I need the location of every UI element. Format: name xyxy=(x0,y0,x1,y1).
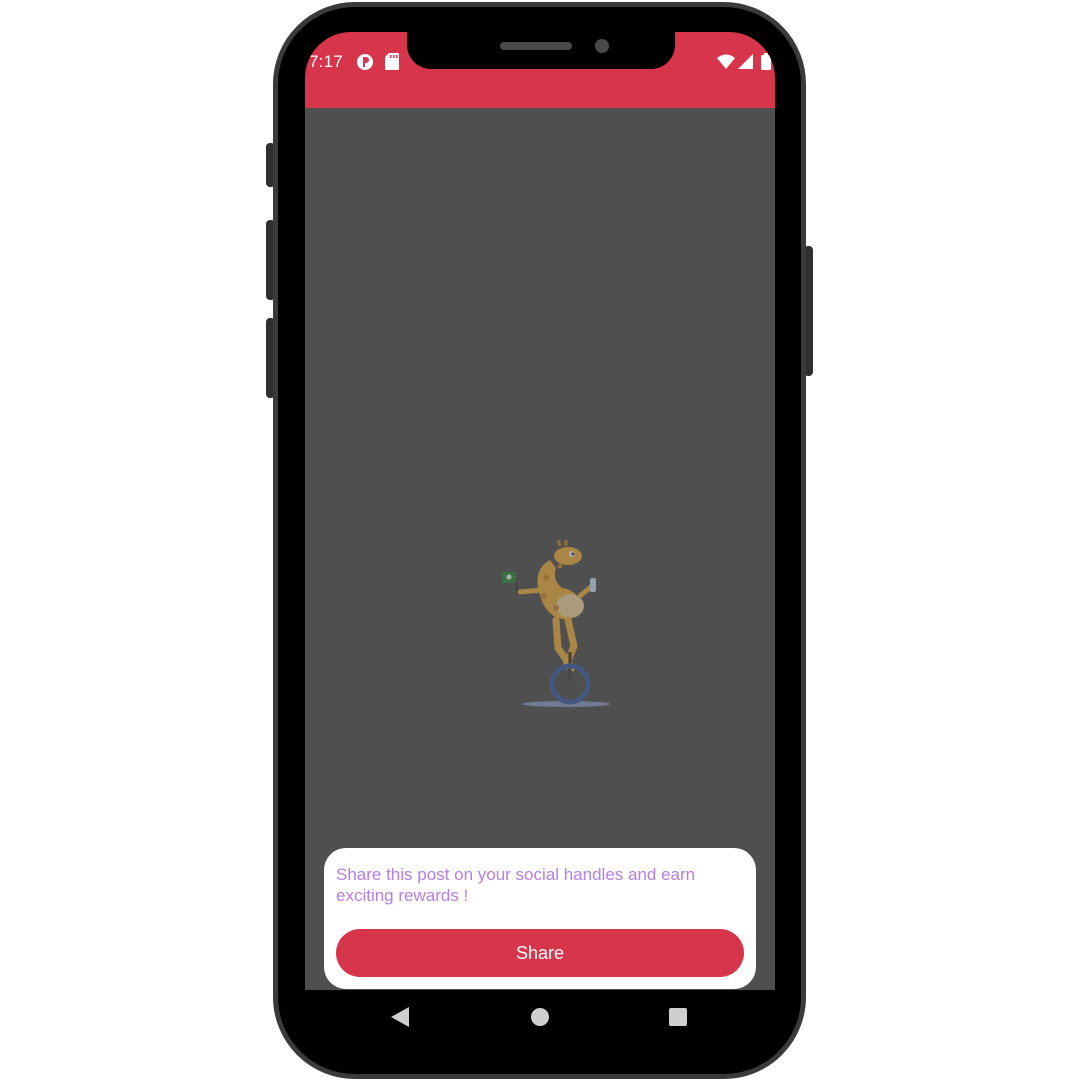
wifi-icon xyxy=(717,54,735,74)
navigation-bar xyxy=(305,990,775,1047)
app-notification-icon xyxy=(356,53,374,76)
front-camera xyxy=(595,39,609,53)
app-content: Share this post on your social handles a… xyxy=(305,108,775,990)
share-dialog: Share this post on your social handles a… xyxy=(324,848,756,989)
earpiece-speaker xyxy=(500,42,572,50)
status-time: 7:17 xyxy=(309,52,343,71)
share-button[interactable]: Share xyxy=(336,929,744,977)
device-frame: 7:17 Share this post on your social hand… xyxy=(0,0,1080,1080)
home-icon[interactable] xyxy=(531,1008,549,1026)
battery-icon xyxy=(761,53,771,75)
phone-screen: 7:17 Share this post on your social hand… xyxy=(305,32,775,1047)
share-message: Share this post on your social handles a… xyxy=(336,865,696,905)
camera-notch xyxy=(407,32,675,69)
status-bar: 7:17 xyxy=(305,32,775,108)
back-icon[interactable] xyxy=(391,1007,409,1027)
sd-card-icon xyxy=(385,53,399,75)
cellular-signal-icon xyxy=(738,54,753,74)
giraffe-unicycle-illustration xyxy=(502,540,610,707)
recents-icon[interactable] xyxy=(669,1008,687,1026)
